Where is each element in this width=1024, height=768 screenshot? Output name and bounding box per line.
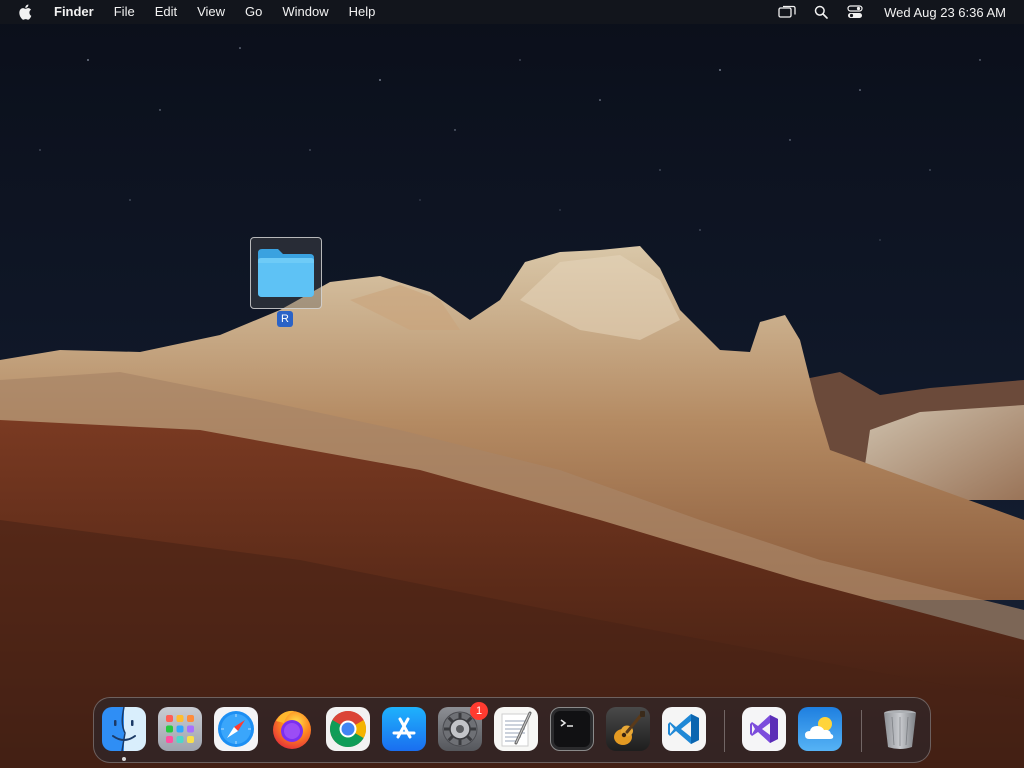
menu-clock[interactable]: Wed Aug 23 6:36 AM [884,5,1006,20]
dock-chrome[interactable] [326,707,370,751]
guitar-icon [614,711,645,745]
chrome-icon [329,710,367,748]
desktop-folder-r[interactable]: R [250,237,322,327]
dock: 1 [93,697,931,763]
desktop-wallpaper [0,0,1024,768]
finder-running-indicator [122,757,126,761]
menu-bar: Finder File Edit View Go Window Help Wed… [0,0,1024,24]
menu-go[interactable]: Go [235,0,272,24]
finder-icon [112,707,136,751]
trash-icon [884,710,916,749]
menu-edit[interactable]: Edit [145,0,187,24]
screen-mirroring-icon[interactable] [777,4,797,20]
menu-window[interactable]: Window [272,0,338,24]
dock-firefox[interactable] [270,707,314,751]
menu-file[interactable]: File [104,0,145,24]
safari-icon [218,711,254,747]
dock-trash[interactable] [878,707,922,751]
textedit-icon [501,711,532,747]
visual-studio-icon [750,715,778,743]
menu-view[interactable]: View [187,0,235,24]
firefox-icon [273,710,311,749]
dock-finder[interactable] [102,707,146,751]
dock-divider [861,710,862,752]
apple-logo-icon[interactable] [18,4,34,20]
app-store-icon [392,717,416,739]
dock-divider [724,710,725,752]
menu-app-name[interactable]: Finder [48,0,104,24]
menu-status-area: Wed Aug 23 6:36 AM [770,0,1024,24]
dock-terminal[interactable] [550,707,594,751]
dock-weather[interactable] [798,707,842,751]
launchpad-icon [166,715,194,743]
dock-vscode[interactable] [662,707,706,751]
menu-help[interactable]: Help [339,0,386,24]
dock-visual-studio[interactable] [742,707,786,751]
dock-app-store[interactable] [382,707,426,751]
weather-icon [805,717,834,739]
folder-icon[interactable] [256,247,316,299]
dock-launchpad[interactable] [158,707,202,751]
dock-safari[interactable] [214,707,258,751]
terminal-icon [554,711,590,747]
dock-textedit[interactable] [494,707,538,751]
folder-label[interactable]: R [277,311,293,327]
control-center-icon[interactable] [845,4,865,20]
vscode-icon [668,714,699,744]
notification-badge: 1 [470,702,488,720]
folder-selection-frame[interactable] [250,237,322,309]
spotlight-search-icon[interactable] [811,4,831,20]
dock-garageband[interactable] [606,707,650,751]
